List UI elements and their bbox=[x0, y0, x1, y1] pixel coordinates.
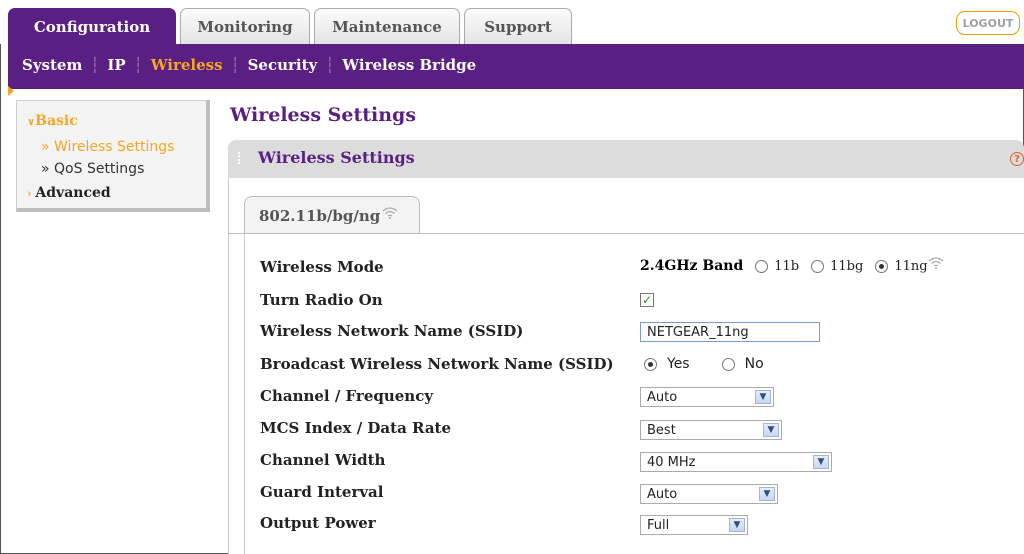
ssid-label: Wireless Network Name (SSID) bbox=[260, 322, 524, 340]
tab-support[interactable]: Support bbox=[464, 8, 572, 44]
mcs-select[interactable]: Best ▼ bbox=[640, 420, 782, 440]
sidebar: ∨Basic » Wireless Settings » QoS Setting… bbox=[16, 100, 210, 212]
wireless-mode-label: Wireless Mode bbox=[260, 258, 384, 276]
radio-11bg-label: 11bg bbox=[830, 258, 864, 274]
chevron-right-icon: › bbox=[27, 187, 32, 200]
chevron-down-icon: ▼ bbox=[813, 455, 829, 469]
broadcast-no-label: No bbox=[744, 356, 764, 372]
mcs-field: Best ▼ bbox=[640, 420, 782, 440]
radio-11ng[interactable] bbox=[875, 259, 889, 273]
drag-handle-icon bbox=[238, 152, 244, 164]
channel-label: Channel / Frequency bbox=[260, 387, 434, 405]
ssid-field: NETGEAR_11ng bbox=[640, 322, 820, 342]
guard-interval-field: Auto ▼ bbox=[640, 484, 778, 504]
section-header: Wireless Settings ? bbox=[228, 140, 1024, 178]
subtab-label: 802.11b/bg/ng bbox=[259, 206, 381, 225]
broadcast-yes-label: Yes bbox=[667, 356, 690, 372]
channel-width-field: 40 MHz ▼ bbox=[640, 452, 832, 472]
subnav-item-security[interactable]: Security bbox=[248, 56, 318, 74]
chevron-down-icon: ▼ bbox=[755, 390, 771, 404]
sidebar-advanced-header[interactable]: › Advanced bbox=[27, 185, 111, 201]
sidebar-item-qos-settings[interactable]: » QoS Settings bbox=[41, 161, 144, 177]
nav-arrow-icon bbox=[8, 86, 14, 96]
broadcast-ssid-group: Yes No bbox=[644, 356, 764, 372]
subnav-separator: ┆ bbox=[325, 56, 335, 74]
radio-11b[interactable] bbox=[755, 259, 769, 273]
broadcast-no-radio[interactable] bbox=[721, 357, 735, 371]
sidebar-basic-header[interactable]: ∨Basic bbox=[27, 113, 78, 129]
subnav-separator: ┆ bbox=[133, 56, 143, 74]
channel-width-select[interactable]: 40 MHz ▼ bbox=[640, 452, 832, 472]
radio-on-label: Turn Radio On bbox=[260, 291, 383, 309]
logout-button[interactable]: LOGOUT bbox=[956, 11, 1020, 35]
chevron-down-icon: ▼ bbox=[759, 487, 775, 501]
sub-nav-bar: System ┆ IP ┆ Wireless ┆ Security ┆ Wire… bbox=[8, 44, 1024, 89]
output-power-select[interactable]: Full ▼ bbox=[640, 515, 748, 535]
radio-11ng-label: 11ng bbox=[894, 258, 928, 274]
broadcast-yes-radio[interactable] bbox=[644, 357, 657, 371]
guard-interval-select[interactable]: Auto ▼ bbox=[640, 484, 778, 504]
page-title: Wireless Settings bbox=[230, 104, 417, 126]
chevron-down-icon: ▼ bbox=[729, 518, 745, 532]
tab-maintenance[interactable]: Maintenance bbox=[314, 8, 460, 44]
tab-configuration[interactable]: Configuration bbox=[8, 8, 176, 44]
wifi-icon bbox=[382, 206, 398, 219]
ssid-input[interactable]: NETGEAR_11ng bbox=[640, 322, 820, 342]
wireless-mode-group: 2.4GHz Band 11b 11bg 11ng bbox=[640, 257, 944, 274]
subnav-separator: ┆ bbox=[90, 56, 100, 74]
subnav-item-wireless[interactable]: Wireless bbox=[151, 56, 223, 74]
chevron-down-icon: ▼ bbox=[763, 423, 779, 437]
help-icon[interactable]: ? bbox=[1010, 152, 1024, 166]
output-power-field: Full ▼ bbox=[640, 515, 748, 535]
radio-on-checkbox[interactable]: ✓ bbox=[640, 293, 654, 307]
output-power-label: Output Power bbox=[260, 514, 376, 532]
radio-11bg[interactable] bbox=[811, 259, 825, 273]
mcs-label: MCS Index / Data Rate bbox=[260, 419, 452, 437]
subnav-separator: ┆ bbox=[230, 56, 240, 74]
top-tab-bar: Configuration Monitoring Maintenance Sup… bbox=[0, 0, 1024, 44]
channel-select[interactable]: Auto ▼ bbox=[640, 387, 774, 407]
band-label: 2.4GHz Band bbox=[640, 258, 744, 274]
channel-field: Auto ▼ bbox=[640, 387, 774, 407]
section-title: Wireless Settings bbox=[258, 148, 415, 167]
subnav-item-system[interactable]: System bbox=[22, 56, 82, 74]
broadcast-ssid-label: Broadcast Wireless Network Name (SSID) bbox=[260, 355, 614, 373]
subnav-item-ip[interactable]: IP bbox=[107, 56, 125, 74]
tab-monitoring[interactable]: Monitoring bbox=[180, 8, 310, 44]
guard-interval-label: Guard Interval bbox=[260, 483, 384, 501]
radio-on-field: ✓ bbox=[640, 293, 654, 307]
sidebar-item-wireless-settings[interactable]: » Wireless Settings bbox=[41, 139, 174, 155]
chevron-down-icon: ∨ bbox=[27, 117, 36, 128]
tab-80211-b-bg-ng[interactable]: 802.11b/bg/ng bbox=[244, 196, 420, 234]
subnav-item-wireless-bridge[interactable]: Wireless Bridge bbox=[342, 56, 476, 74]
channel-width-label: Channel Width bbox=[260, 451, 386, 469]
radio-11b-label: 11b bbox=[774, 258, 800, 274]
wifi-icon bbox=[928, 257, 943, 269]
